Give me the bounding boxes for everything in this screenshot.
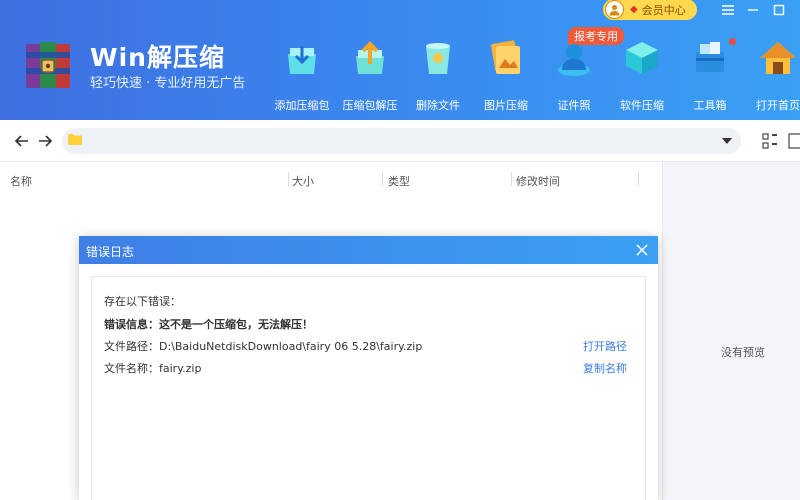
file-path-text: 文件路径：D:\BaiduNetdiskDownload\fairy 06 5.…	[104, 340, 423, 353]
toolbox-icon	[696, 42, 724, 72]
dialog-body: 存在以下错误： 错误信息：这不是一个压缩包，无法解压！ 文件路径：D:\Baid…	[91, 276, 646, 500]
navigation-bar	[0, 120, 800, 162]
file-name-text: 文件名称：fairy.zip	[104, 362, 202, 375]
toolbar: 添加压缩包 压缩包解压 删除文件 图片压缩 证件照 软件压缩 工具箱 打开首页	[268, 36, 800, 113]
preview-empty-text: 没有预览	[721, 346, 765, 359]
app-title: Win解压缩	[90, 43, 225, 72]
column-divider[interactable]	[288, 172, 289, 186]
image-compress-icon	[491, 40, 520, 74]
error-intro: 存在以下错误：	[104, 295, 181, 308]
forward-arrow-icon[interactable]	[35, 131, 55, 151]
id-photo-icon	[558, 44, 590, 76]
column-header-type[interactable]: 类型	[388, 173, 410, 189]
grid-view-icon[interactable]	[762, 133, 778, 149]
app-logo-icon	[26, 42, 70, 88]
minimize-icon[interactable]	[741, 0, 765, 20]
member-center-button[interactable]: ◆ 会员中心	[603, 0, 697, 20]
column-header-name[interactable]: 名称	[10, 173, 32, 189]
dialog-title: 错误日志	[86, 245, 135, 259]
software-compress-icon	[626, 42, 658, 74]
copy-name-link[interactable]: 复制名称	[583, 360, 627, 376]
avatar-icon	[605, 0, 624, 19]
path-input[interactable]	[62, 128, 741, 154]
folder-icon	[68, 134, 82, 145]
column-header-size[interactable]: 大小	[292, 173, 314, 189]
trash-icon	[426, 43, 450, 74]
app-subtitle: 轻巧快速 · 专业好用无广告	[90, 76, 246, 91]
column-divider[interactable]	[638, 172, 639, 186]
image-compress-button[interactable]: 图片压缩	[472, 36, 540, 113]
error-message: 错误信息：这不是一个压缩包，无法解压！	[104, 318, 313, 331]
software-compress-button[interactable]: 软件压缩	[608, 36, 676, 113]
member-center-label: 会员中心	[641, 3, 686, 17]
column-divider[interactable]	[382, 172, 383, 186]
back-arrow-icon[interactable]	[12, 131, 32, 151]
maximize-icon[interactable]	[767, 0, 791, 20]
delete-file-button[interactable]: 删除文件	[404, 36, 472, 113]
add-archive-button[interactable]: 添加压缩包	[268, 36, 336, 113]
extract-archive-icon	[356, 41, 384, 74]
extract-archive-button[interactable]: 压缩包解压	[336, 36, 404, 113]
list-view-icon[interactable]	[788, 133, 800, 149]
open-path-link[interactable]: 打开路径	[583, 338, 627, 354]
toolbox-button[interactable]: 工具箱	[676, 36, 744, 113]
dialog-header: 错误日志	[79, 236, 658, 264]
close-icon[interactable]	[634, 242, 650, 258]
add-archive-icon	[288, 46, 316, 74]
menu-icon[interactable]	[716, 0, 740, 20]
app-header: Win解压缩 轻巧快速 · 专业好用无广告 ◆ 会员中心 报考专用 添加压缩包	[0, 0, 800, 120]
home-icon	[760, 42, 796, 74]
diamond-icon: ◆	[630, 4, 638, 15]
id-photo-button[interactable]: 证件照	[540, 36, 608, 113]
open-home-button[interactable]: 打开首页	[744, 36, 800, 113]
error-log-dialog: 错误日志 存在以下错误： 错误信息：这不是一个压缩包，无法解压！ 文件路径：D:…	[79, 236, 658, 500]
chevron-down-icon[interactable]	[721, 135, 733, 147]
column-header-modified[interactable]: 修改时间	[516, 173, 560, 189]
preview-panel	[662, 162, 800, 500]
column-divider[interactable]	[511, 172, 512, 186]
